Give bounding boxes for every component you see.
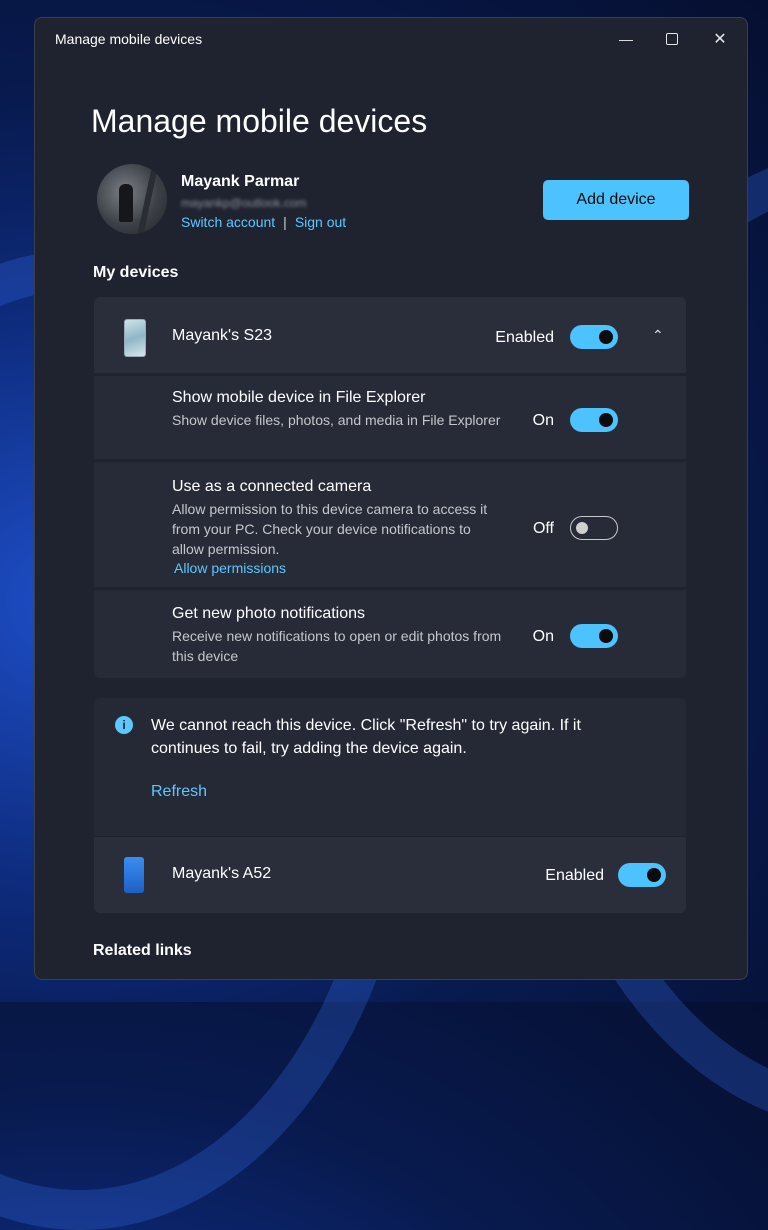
- device-enable-toggle[interactable]: [618, 863, 666, 887]
- link-separator: |: [283, 214, 287, 230]
- switch-account-link[interactable]: Switch account: [181, 214, 275, 230]
- photo-notifications-toggle[interactable]: [570, 624, 618, 648]
- app-window: Manage mobile devices — ✕ Manage mobile …: [34, 17, 748, 980]
- avatar: [97, 164, 167, 234]
- option-description: Receive new notifications to open or edi…: [172, 628, 502, 664]
- device-state-label: Enabled: [495, 329, 554, 346]
- my-devices-heading: My devices: [93, 264, 179, 281]
- account-email: mayankp@outlook.com: [181, 196, 307, 210]
- minimize-button[interactable]: —: [603, 24, 649, 54]
- option-connected-camera: Use as a connected camera Allow permissi…: [94, 462, 686, 587]
- option-title: Use as a connected camera: [172, 478, 372, 495]
- add-device-button[interactable]: Add device: [543, 180, 689, 220]
- option-title: Show mobile device in File Explorer: [172, 389, 426, 406]
- file-explorer-toggle[interactable]: [570, 408, 618, 432]
- account-links: Switch account | Sign out: [181, 214, 346, 230]
- option-photo-notifications: Get new photo notifications Receive new …: [94, 590, 686, 678]
- title-bar[interactable]: Manage mobile devices — ✕: [35, 18, 747, 58]
- minimize-icon: —: [619, 31, 633, 47]
- device-enable-toggle[interactable]: [570, 325, 618, 349]
- option-state-label: On: [532, 628, 554, 645]
- page-title: Manage mobile devices: [91, 103, 428, 139]
- option-state-label: On: [532, 412, 554, 429]
- device-card-a52[interactable]: Mayank's A52 Enabled: [94, 837, 686, 913]
- info-icon: i: [115, 716, 133, 734]
- window-title: Manage mobile devices: [55, 31, 203, 47]
- device-state-label: Enabled: [545, 867, 604, 884]
- allow-permissions-link[interactable]: Allow permissions: [174, 560, 286, 576]
- option-state-label: Off: [532, 520, 554, 537]
- maximize-button[interactable]: [649, 24, 695, 54]
- related-links-heading: Related links: [93, 942, 192, 959]
- close-button[interactable]: ✕: [697, 24, 743, 54]
- account-name: Mayank Parmar: [181, 173, 300, 190]
- refresh-link[interactable]: Refresh: [151, 783, 207, 801]
- sign-out-link[interactable]: Sign out: [295, 214, 346, 230]
- option-file-explorer: Show mobile device in File Explorer Show…: [94, 376, 686, 459]
- option-description: Allow permission to this device camera t…: [172, 501, 488, 557]
- chevron-up-icon[interactable]: ⌃: [652, 327, 664, 344]
- device-name: Mayank's A52: [172, 865, 272, 882]
- option-title: Get new photo notifications: [172, 605, 366, 622]
- device-card-s23[interactable]: Mayank's S23 Enabled ⌃: [94, 297, 686, 373]
- phone-icon: [124, 319, 146, 357]
- warning-message: We cannot reach this device. Click "Refr…: [151, 717, 581, 757]
- close-icon: ✕: [713, 31, 727, 48]
- device-name: Mayank's S23: [172, 327, 272, 344]
- option-description: Show device files, photos, and media in …: [172, 412, 501, 428]
- connected-camera-toggle[interactable]: [570, 516, 618, 540]
- phone-icon: [124, 857, 144, 893]
- maximize-icon: [666, 33, 678, 45]
